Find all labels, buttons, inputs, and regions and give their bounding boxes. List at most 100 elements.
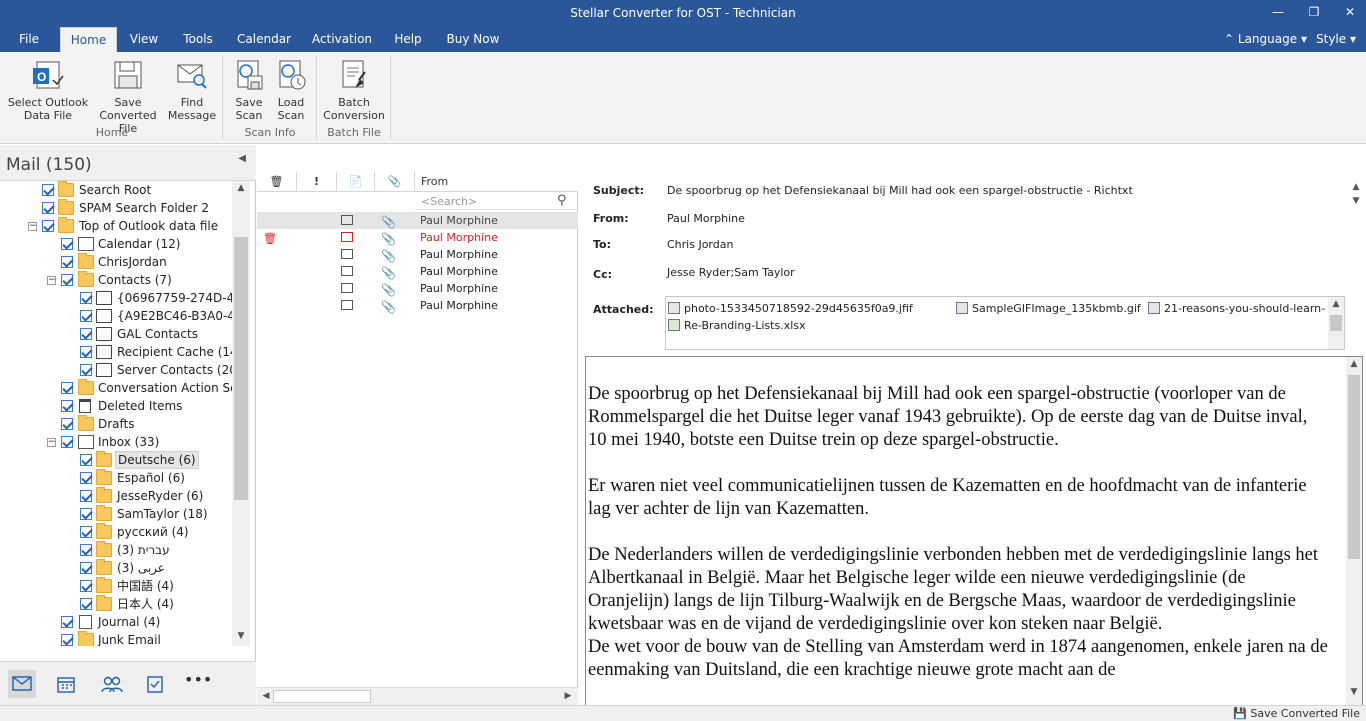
close-icon[interactable]: ✕ bbox=[1342, 4, 1358, 20]
tab-calendar[interactable]: Calendar bbox=[232, 27, 296, 52]
save-converted-file-button[interactable]: Save Converted File bbox=[90, 58, 166, 135]
tree-item-inbox[interactable]: − Inbox (33) bbox=[0, 433, 232, 451]
tab-home[interactable]: Home bbox=[60, 27, 117, 52]
tree-item-russian[interactable]: русский (4) bbox=[0, 523, 232, 541]
batch-conversion-button[interactable]: Batch Conversion bbox=[320, 58, 388, 122]
checkbox[interactable] bbox=[80, 454, 92, 466]
attachment-item[interactable]: SampleGIFImage_135kbmb.gif bbox=[956, 302, 1141, 315]
checkbox[interactable] bbox=[80, 472, 92, 484]
checkbox[interactable] bbox=[80, 292, 92, 304]
column-from[interactable]: From bbox=[415, 172, 578, 192]
tree-item-japanese[interactable]: 日本人 (4) bbox=[0, 595, 232, 613]
tree-item-chrisjordan[interactable]: ChrisJordan bbox=[0, 253, 232, 271]
column-type[interactable]: 📄 bbox=[337, 172, 375, 192]
tree-item-junk-email[interactable]: Junk Email bbox=[0, 631, 232, 646]
tree-item-journal[interactable]: Journal (4) bbox=[0, 613, 232, 631]
attachment-item[interactable]: photo-1533450718592-29d45635f0a9.jfif bbox=[668, 302, 913, 315]
save-scan-button[interactable]: Save Scan bbox=[228, 58, 270, 122]
tab-activation[interactable]: Activation bbox=[306, 27, 378, 52]
checkbox[interactable] bbox=[61, 418, 73, 430]
minimize-icon[interactable]: — bbox=[1270, 4, 1286, 20]
tasks-nav-button[interactable] bbox=[141, 670, 169, 698]
table-row[interactable]: 📎 Paul Morphine bbox=[257, 297, 578, 314]
tree-item-contact-folder-1[interactable]: {06967759-274D-40B2- bbox=[0, 289, 232, 307]
scroll-left-icon[interactable]: ◀ bbox=[259, 691, 273, 701]
tree-item-arabic[interactable]: عربى (3) bbox=[0, 559, 232, 577]
from-search-input[interactable]: <Search> bbox=[415, 193, 576, 210]
tree-item-chinese[interactable]: 中国語 (4) bbox=[0, 577, 232, 595]
table-row[interactable]: 📎 Paul Morphine bbox=[257, 246, 578, 263]
tree-item-calendar[interactable]: Calendar (12) bbox=[0, 235, 232, 253]
table-row[interactable]: 📎 Paul Morphine bbox=[257, 212, 578, 229]
tree-item-server-contacts[interactable]: Server Contacts (20) bbox=[0, 361, 232, 379]
scroll-down-icon[interactable]: ▼ bbox=[1347, 687, 1361, 697]
list-horizontal-scrollbar[interactable]: ◀ ▶ bbox=[257, 687, 578, 705]
checkbox[interactable] bbox=[61, 382, 73, 394]
checkbox[interactable] bbox=[80, 580, 92, 592]
load-scan-button[interactable]: Load Scan bbox=[270, 58, 312, 122]
tree-item-drafts[interactable]: Drafts bbox=[0, 415, 232, 433]
tree-item-deleted-items[interactable]: Deleted Items bbox=[0, 397, 232, 415]
tree-item-search-root[interactable]: Search Root bbox=[0, 181, 232, 199]
tab-help[interactable]: Help bbox=[388, 27, 428, 52]
scroll-up-icon[interactable]: ▲ bbox=[234, 183, 248, 193]
tree-item-contacts[interactable]: − Contacts (7) bbox=[0, 271, 232, 289]
collapse-pane-icon[interactable]: ◀ bbox=[238, 153, 246, 164]
checkbox[interactable] bbox=[80, 364, 92, 376]
tree-item-contact-folder-2[interactable]: {A9E2BC46-B3A0-4243 bbox=[0, 307, 232, 325]
header-scrollbar[interactable]: ▲ ▼ bbox=[1349, 182, 1363, 292]
scroll-down-icon[interactable]: ▼ bbox=[234, 631, 248, 641]
table-row[interactable]: 📎 Paul Morphine bbox=[257, 263, 578, 280]
find-message-button[interactable]: Find Message bbox=[166, 58, 218, 122]
tree-item-conversation-action[interactable]: Conversation Action Setti bbox=[0, 379, 232, 397]
checkbox[interactable] bbox=[80, 508, 92, 520]
tab-file[interactable]: File bbox=[8, 27, 50, 52]
restore-icon[interactable]: ❐ bbox=[1306, 4, 1322, 20]
tab-view[interactable]: View bbox=[122, 27, 166, 52]
scroll-thumb[interactable] bbox=[1330, 315, 1342, 331]
checkbox[interactable] bbox=[80, 328, 92, 340]
language-menu[interactable]: ⌃ Language ▾ bbox=[1224, 27, 1307, 52]
style-menu[interactable]: Style ▾ bbox=[1316, 27, 1356, 52]
scroll-down-icon[interactable]: ▼ bbox=[1349, 196, 1363, 206]
checkbox[interactable] bbox=[80, 346, 92, 358]
tree-item-recipient-cache[interactable]: Recipient Cache (14) bbox=[0, 343, 232, 361]
scroll-up-icon[interactable]: ▲ bbox=[1329, 299, 1343, 309]
checkbox[interactable] bbox=[61, 400, 73, 412]
tree-item-deutsche[interactable]: Deutsche (6) bbox=[0, 451, 232, 469]
scroll-right-icon[interactable]: ▶ bbox=[561, 691, 575, 701]
tree-item-espanol[interactable]: Español (6) bbox=[0, 469, 232, 487]
more-options-icon[interactable]: ••• bbox=[184, 670, 212, 698]
checkbox[interactable] bbox=[80, 562, 92, 574]
checkbox[interactable] bbox=[61, 274, 73, 286]
checkbox[interactable] bbox=[80, 490, 92, 502]
attachment-item[interactable]: Re-Branding-Lists.xlsx bbox=[668, 319, 806, 332]
attachments-scrollbar[interactable]: ▲ bbox=[1328, 297, 1344, 349]
tree-item-samtaylor[interactable]: SamTaylor (18) bbox=[0, 505, 232, 523]
checkbox[interactable] bbox=[61, 256, 73, 268]
tree-item-top-of-data-file[interactable]: − Top of Outlook data file bbox=[0, 217, 232, 235]
table-row[interactable]: 🗑 📎 Paul Morphine bbox=[257, 229, 578, 246]
scroll-thumb[interactable] bbox=[273, 690, 371, 703]
checkbox[interactable] bbox=[61, 634, 73, 646]
body-scrollbar[interactable]: ▲ ▼ bbox=[1346, 357, 1362, 705]
checkbox[interactable] bbox=[61, 238, 73, 250]
table-row[interactable]: 📎 Paul Morphine bbox=[257, 280, 578, 297]
calendar-nav-button[interactable] bbox=[52, 670, 80, 698]
checkbox[interactable] bbox=[80, 310, 92, 322]
scroll-up-icon[interactable]: ▲ bbox=[1349, 182, 1363, 192]
checkbox[interactable] bbox=[80, 544, 92, 556]
tree-item-gal-contacts[interactable]: GAL Contacts bbox=[0, 325, 232, 343]
save-converted-file-status-button[interactable]: 💾 Save Converted File bbox=[1233, 707, 1360, 720]
tree-item-jesseryder[interactable]: JesseRyder (6) bbox=[0, 487, 232, 505]
tab-buy-now[interactable]: Buy Now bbox=[440, 27, 506, 52]
search-icon[interactable]: ⚲ bbox=[557, 193, 567, 208]
tab-tools[interactable]: Tools bbox=[174, 27, 222, 52]
checkbox[interactable] bbox=[80, 526, 92, 538]
scroll-thumb[interactable] bbox=[234, 237, 248, 500]
checkbox[interactable] bbox=[61, 436, 73, 448]
column-deleted[interactable]: 🗑 bbox=[257, 172, 297, 192]
column-attachment[interactable]: 📎 bbox=[375, 172, 415, 192]
scroll-up-icon[interactable]: ▲ bbox=[1347, 359, 1361, 369]
tree-item-spam-search-folder[interactable]: SPAM Search Folder 2 bbox=[0, 199, 232, 217]
